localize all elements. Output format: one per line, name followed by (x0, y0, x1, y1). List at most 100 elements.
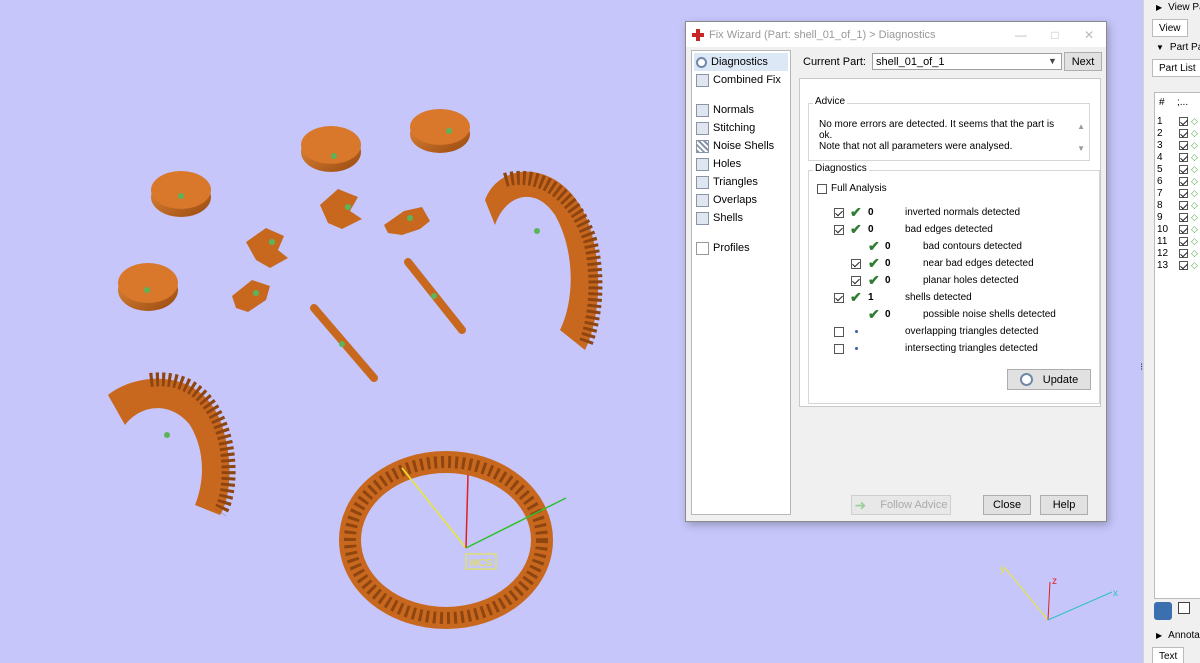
checkbox[interactable] (1179, 116, 1188, 126)
profiles-icon (696, 241, 709, 255)
diagnostics-panel: Advice No more errors are detected. It s… (799, 78, 1101, 407)
dialog-titlebar[interactable]: Fix Wizard (Part: shell_01_of_1) > Diagn… (686, 22, 1106, 47)
nav-item-overlaps[interactable]: Overlaps (692, 191, 790, 209)
table-row[interactable]: 7 ◇ (1155, 187, 1198, 199)
part-list: # ;... 1 ◇ 2 ◇ 3 ◇ 4 ◇ 5 ◇ 6 ◇ 7 ◇ 8 ◇ 9 ◇ 10 ◇ 11… (1154, 92, 1200, 599)
tab-text[interactable]: Text (1152, 647, 1185, 663)
checkbox[interactable] (1179, 236, 1188, 246)
check-icon: ✔ (850, 204, 862, 220)
table-row[interactable]: 6 ◇ (1155, 175, 1198, 187)
help-button[interactable]: Help (1040, 495, 1088, 515)
checkbox[interactable] (1179, 200, 1188, 210)
overlaps-icon (696, 193, 709, 207)
magnifier-icon (1019, 373, 1033, 386)
tab-part-list[interactable]: Part List (1152, 59, 1200, 77)
checkbox[interactable] (834, 293, 844, 303)
table-row[interactable]: 3 ◇ (1155, 139, 1198, 151)
checkbox[interactable] (834, 225, 844, 235)
advice-scrollbar[interactable]: ▲ ▼ (1077, 116, 1085, 160)
chevron-down-icon: ▼ (1048, 56, 1057, 66)
annotations-header[interactable]: ▶ Annota (1156, 630, 1200, 641)
full-analysis-checkbox[interactable]: Full Analysis (817, 183, 887, 194)
current-part-label: Current Part: (803, 55, 866, 68)
update-button[interactable]: Update (1007, 369, 1091, 390)
checkbox[interactable] (1179, 224, 1188, 234)
triangles-icon (696, 175, 709, 189)
advice-title: Advice (813, 96, 848, 107)
table-row[interactable]: 8 ◇ (1155, 199, 1198, 211)
checkbox[interactable] (1179, 164, 1188, 174)
check-icon: ✔ (850, 221, 862, 237)
table-row[interactable]: 9 ◇ (1155, 211, 1198, 223)
table-row[interactable]: 13 ◇ (1155, 259, 1198, 271)
axis-y-label: y (1000, 564, 1005, 575)
table-row[interactable]: 12 ◇ (1155, 247, 1198, 259)
disc-part[interactable] (118, 263, 178, 311)
close-window-button[interactable]: ✕ (1072, 28, 1106, 42)
nav-item-triangles[interactable]: Triangles (692, 173, 790, 191)
disc-part[interactable] (151, 171, 211, 217)
checkbox[interactable] (851, 276, 861, 286)
dialog-title: Fix Wizard (Part: shell_01_of_1) > Diagn… (709, 28, 936, 41)
nav-item-combined-fix[interactable]: Combined Fix (692, 71, 790, 89)
disc-part[interactable] (301, 126, 361, 172)
checkbox[interactable] (1179, 152, 1188, 162)
follow-advice-button[interactable]: ➜ Follow Advice (851, 495, 951, 515)
col-number-header: # (1159, 97, 1165, 108)
diagnostics-title: Diagnostics (813, 163, 869, 174)
disc-part[interactable] (410, 109, 470, 153)
minimize-button[interactable]: — (1004, 28, 1038, 42)
ring-segment-part[interactable] (485, 170, 603, 350)
tab-view[interactable]: View (1152, 19, 1188, 37)
nav-item-profiles[interactable]: Profiles (692, 239, 790, 257)
col-visibility-header: ;... (1177, 97, 1189, 108)
normals-icon (696, 103, 709, 117)
nav-item-normals[interactable]: Normals (692, 101, 790, 119)
view-pages-header[interactable]: ▶View Pa (1156, 2, 1200, 13)
nav-item-holes[interactable]: Holes (692, 155, 790, 173)
nav-item-shells[interactable]: Shells (692, 209, 790, 227)
ring-part[interactable] (339, 451, 553, 629)
advice-text: No more errors are detected. It seems th… (819, 119, 1055, 152)
checkbox[interactable] (1179, 212, 1188, 222)
table-row[interactable]: 10 ◇ (1155, 223, 1198, 235)
close-button[interactable]: Close (983, 495, 1031, 515)
checkbox[interactable] (834, 208, 844, 218)
fix-wizard-dialog: Fix Wizard (Part: shell_01_of_1) > Diagn… (685, 21, 1107, 522)
next-button[interactable]: Next (1064, 52, 1102, 71)
checkbox[interactable] (1179, 188, 1188, 198)
current-part-select[interactable]: shell_01_of_1 ▼ (871, 53, 1062, 70)
wizard-nav: Diagnostics Combined Fix Normals Stitchi… (691, 50, 791, 515)
checkbox[interactable] (1179, 176, 1188, 186)
expand-triangle-icon: ▶ (1156, 631, 1163, 640)
checkbox[interactable] (1179, 260, 1188, 270)
checkbox[interactable] (1179, 140, 1188, 150)
table-row[interactable]: 11 ◇ (1155, 235, 1198, 247)
table-row[interactable]: 1 ◇ (1155, 115, 1198, 127)
nav-item-noise-shells[interactable]: Noise Shells (692, 137, 790, 155)
checkbox[interactable] (834, 344, 844, 354)
checkbox[interactable] (1179, 248, 1188, 258)
pin-part[interactable] (310, 304, 378, 382)
table-row[interactable]: 2 ◇ (1155, 127, 1198, 139)
pin-part[interactable] (404, 258, 466, 334)
nav-item-diagnostics[interactable]: Diagnostics (694, 53, 788, 71)
diagnostics-group: Diagnostics Full Analysis ✔ 0 inverted n… (808, 163, 1100, 404)
clasp-part[interactable] (384, 207, 430, 235)
nav-item-stitching[interactable]: Stitching (692, 119, 790, 137)
checkbox[interactable] (1179, 128, 1188, 138)
clasp-part[interactable] (320, 189, 362, 229)
part-pages-header[interactable]: ▼ Part Pa (1156, 42, 1200, 53)
checkbox[interactable] (817, 183, 827, 194)
checkbox-toggle-icon[interactable] (1178, 602, 1190, 614)
ring-segment-part[interactable] (108, 372, 236, 516)
cubes-icon[interactable] (1154, 602, 1172, 620)
clasp-part[interactable] (246, 228, 288, 268)
check-icon: ✔ (868, 306, 880, 322)
table-row[interactable]: 4 ◇ (1155, 151, 1198, 163)
clasp-part[interactable] (232, 280, 270, 312)
checkbox[interactable] (834, 327, 844, 337)
table-row[interactable]: 5 ◇ (1155, 163, 1198, 175)
checkbox[interactable] (851, 259, 861, 269)
maximize-button[interactable]: □ (1038, 28, 1072, 42)
